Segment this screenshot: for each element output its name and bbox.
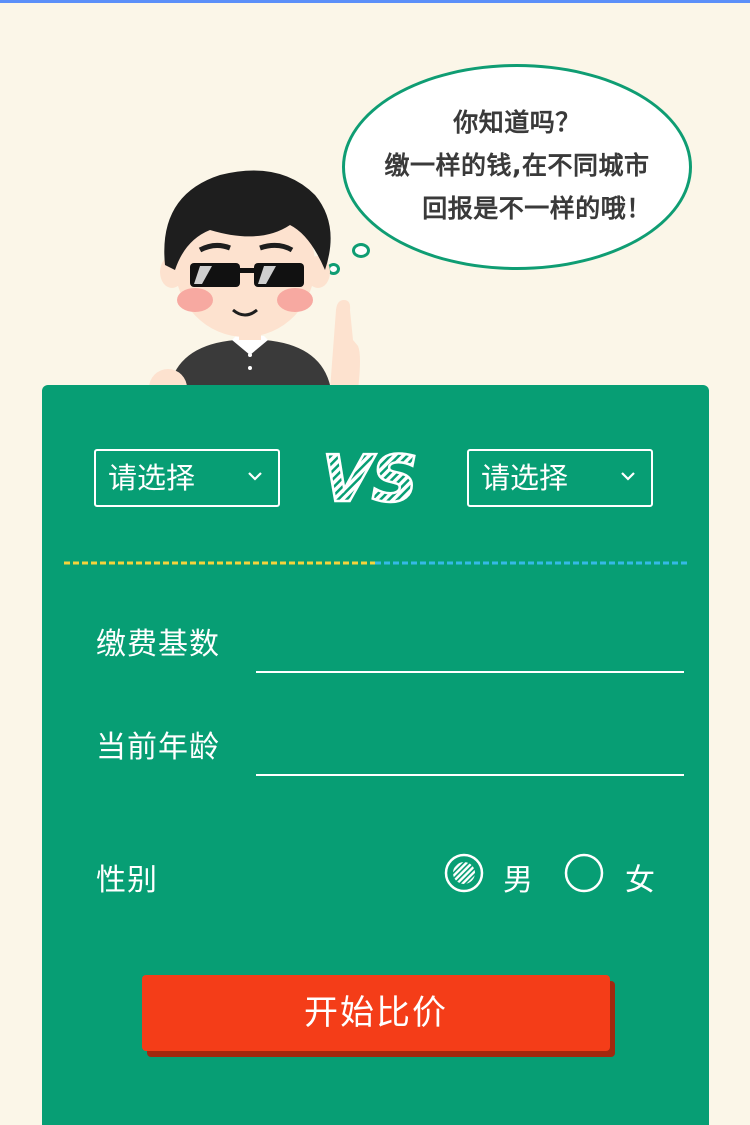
dashed-divider [64, 561, 687, 565]
gender-label: 性别 [96, 863, 158, 898]
city-select-right-value: 请选择 [481, 461, 569, 495]
bubble-line-1: 你知道吗？ [453, 108, 581, 137]
comparison-panel: 请选择 VS 请选择 缴费基数 当前年龄 性别 男 女 开始比价 [42, 385, 709, 1125]
start-compare-button[interactable]: 开始比价 [142, 975, 610, 1051]
radio-male-selected[interactable] [444, 853, 484, 893]
city-select-left[interactable]: 请选择 [94, 449, 280, 507]
gender-option-male[interactable]: 男 [503, 855, 533, 899]
current-age-input[interactable] [256, 730, 684, 776]
current-age-label: 当前年龄 [96, 730, 220, 765]
top-border [0, 0, 750, 3]
bubble-line-2: 缴一样的钱,在不同城市 [384, 151, 650, 180]
vs-logo: VS [321, 443, 419, 513]
gender-option-female[interactable]: 女 [625, 855, 655, 899]
city-select-left-value: 请选择 [108, 461, 196, 495]
bubble-line-3: 回报是不一样的哦！ [422, 194, 652, 223]
vs-text: VS [322, 443, 418, 513]
city-select-right[interactable]: 请选择 [467, 449, 653, 507]
base-amount-label: 缴费基数 [96, 627, 220, 662]
speech-bubble: 你知道吗？ 缴一样的钱,在不同城市 回报是不一样的哦！ [342, 64, 692, 270]
chevron-down-icon [621, 472, 635, 481]
cartoon-boy-illustration [149, 170, 360, 407]
chevron-down-icon [248, 472, 262, 481]
radio-female[interactable] [564, 853, 604, 893]
base-amount-input[interactable] [256, 627, 684, 673]
bubble-text: 你知道吗？ 缴一样的钱,在不同城市 回报是不一样的哦！ [345, 101, 689, 230]
